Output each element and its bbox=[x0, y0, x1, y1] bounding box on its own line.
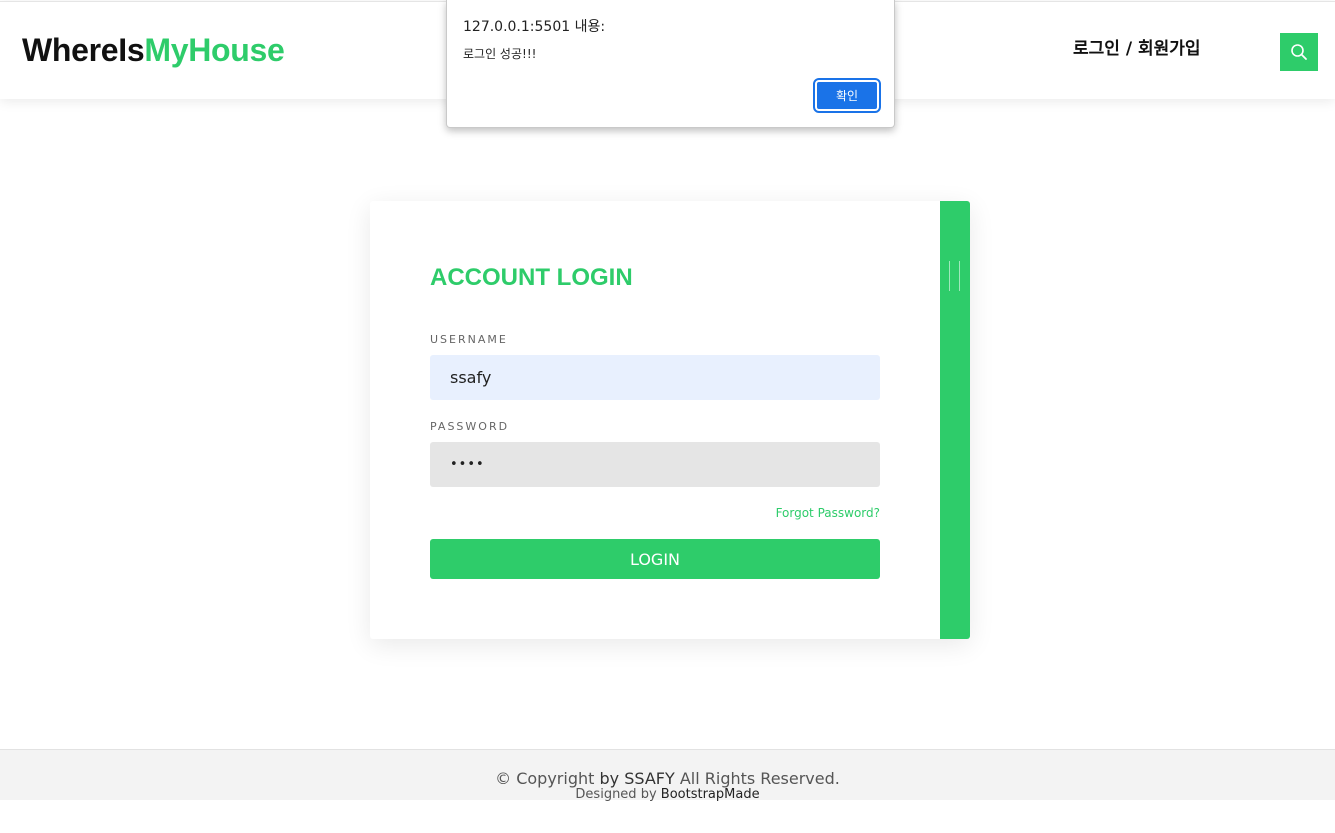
alert-ok-button[interactable]: 확인 bbox=[813, 78, 881, 113]
copyright-prefix: © Copyright bbox=[495, 769, 595, 788]
search-icon bbox=[1291, 44, 1307, 60]
username-input[interactable]: ssafy bbox=[430, 355, 880, 400]
logo-text-primary: WhereIs bbox=[22, 32, 145, 68]
login-title: ACCOUNT LOGIN bbox=[430, 264, 633, 291]
search-button[interactable] bbox=[1280, 33, 1318, 71]
copyright-by: by bbox=[599, 769, 620, 788]
strip-divider bbox=[959, 261, 960, 291]
password-label: PASSWORD bbox=[430, 420, 510, 433]
designer-link[interactable]: BootstrapMade bbox=[661, 787, 760, 802]
site-logo[interactable]: WhereIsMyHouse bbox=[22, 32, 285, 69]
footer-copyright: © Copyright by SSAFY All Rights Reserved… bbox=[0, 769, 1335, 788]
site-footer: © Copyright by SSAFY All Rights Reserved… bbox=[0, 749, 1335, 802]
logo-text-accent: MyHouse bbox=[144, 32, 285, 68]
login-card: ACCOUNT LOGIN USERNAME ssafy PASSWORD ••… bbox=[370, 201, 970, 639]
username-label: USERNAME bbox=[430, 333, 508, 346]
alert-message: 로그인 성공!!! bbox=[463, 47, 537, 61]
alert-dialog: 127.0.0.1:5501 내용: 로그인 성공!!! 확인 bbox=[446, 0, 895, 128]
footer-credits: Designed by BootstrapMade bbox=[0, 787, 1335, 802]
login-signup-link[interactable]: 로그인 / 회원가입 bbox=[1073, 34, 1201, 59]
forgot-password-link[interactable]: Forgot Password? bbox=[430, 506, 880, 520]
designed-by-label: Designed by bbox=[575, 787, 657, 802]
card-accent-strip bbox=[940, 201, 970, 639]
strip-divider bbox=[949, 261, 950, 291]
copyright-rights: All Rights Reserved. bbox=[679, 769, 840, 788]
copyright-owner: SSAFY bbox=[624, 769, 675, 788]
alert-origin: 127.0.0.1:5501 내용: bbox=[463, 19, 606, 35]
login-button[interactable]: LOGIN bbox=[430, 539, 880, 579]
password-input[interactable]: •••• bbox=[430, 442, 880, 487]
